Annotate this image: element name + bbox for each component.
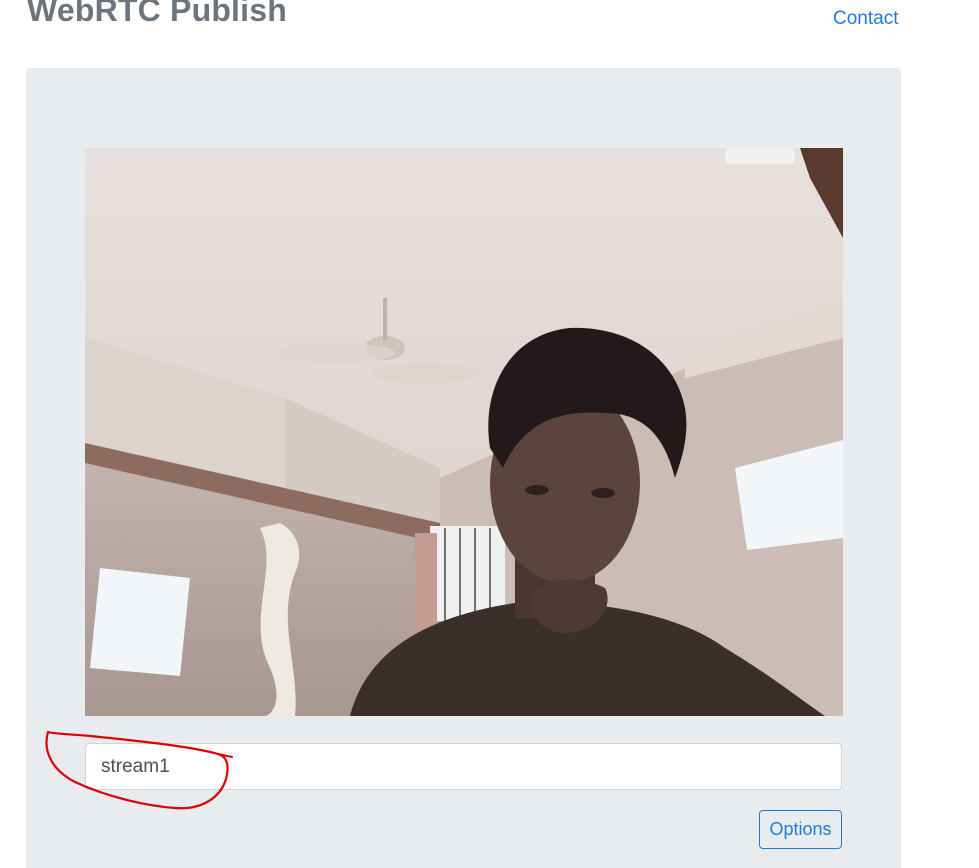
page-title: WebRTC Publish <box>27 0 287 28</box>
page: WebRTC Publish Contact stream1 Options <box>0 0 979 868</box>
contact-link[interactable]: Contact <box>833 8 898 30</box>
camera-preview-video <box>85 148 843 716</box>
camera-frame-illustration <box>85 148 843 716</box>
options-button[interactable]: Options <box>759 810 842 849</box>
stream-name-input[interactable] <box>85 743 842 790</box>
